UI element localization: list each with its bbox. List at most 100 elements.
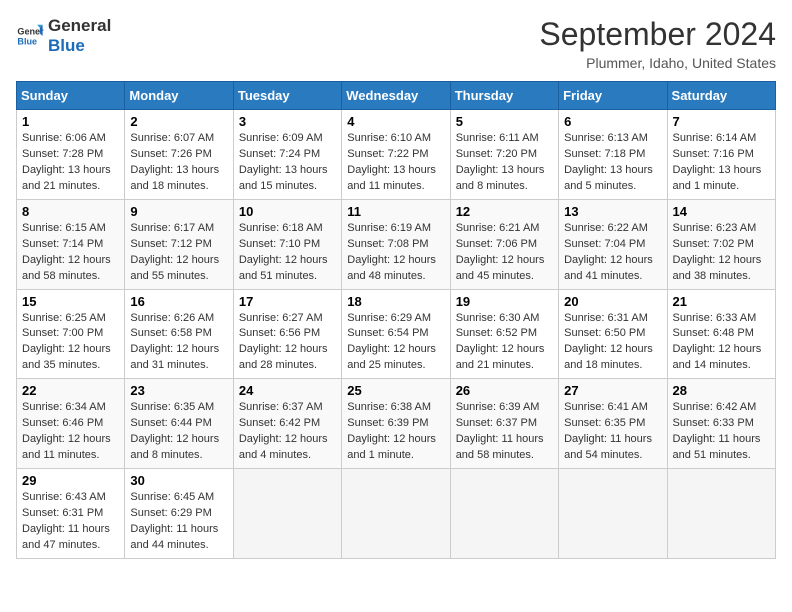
daylight: Daylight: 12 hours and 21 minutes. xyxy=(456,343,545,371)
daylight: Daylight: 13 hours and 21 minutes. xyxy=(22,164,111,192)
calendar-cell xyxy=(667,469,775,559)
title-area: September 2024 Plummer, Idaho, United St… xyxy=(539,16,776,71)
day-number: 2 xyxy=(130,114,227,129)
calendar-cell: 28Sunrise: 6:42 AMSunset: 6:33 PMDayligh… xyxy=(667,379,775,469)
daylight: Daylight: 13 hours and 5 minutes. xyxy=(564,164,653,192)
calendar-cell: 21 Sunrise: 6:33 AMSunset: 6:48 PMDayligh… xyxy=(667,289,775,379)
day-detail: Sunrise: 6:34 AMSunset: 6:46 PMDaylight:… xyxy=(22,400,119,464)
daylight: Daylight: 13 hours and 8 minutes. xyxy=(456,164,545,192)
day-detail: Sunrise: 6:29 AMSunset: 6:54 PMDaylight:… xyxy=(347,311,444,375)
daylight: Daylight: 12 hours and 35 minutes. xyxy=(22,343,111,371)
day-number: 21 xyxy=(673,294,770,309)
sunset: Sunset: 7:28 PM xyxy=(22,148,103,160)
calendar-cell: 22Sunrise: 6:34 AMSunset: 6:46 PMDayligh… xyxy=(17,379,125,469)
week-row-4: 22Sunrise: 6:34 AMSunset: 6:46 PMDayligh… xyxy=(17,379,776,469)
day-detail: Sunrise: 6:42 AMSunset: 6:33 PMDaylight:… xyxy=(673,400,770,464)
day-number: 8 xyxy=(22,204,119,219)
sunset: Sunset: 6:52 PM xyxy=(456,327,537,339)
daylight: Daylight: 12 hours and 8 minutes. xyxy=(130,433,219,461)
dow-header-monday: Monday xyxy=(125,82,233,110)
daylight: Daylight: 12 hours and 55 minutes. xyxy=(130,254,219,282)
day-number: 1 xyxy=(22,114,119,129)
day-detail: Sunrise: 6:37 AMSunset: 6:42 PMDaylight:… xyxy=(239,400,336,464)
daylight: Daylight: 11 hours and 51 minutes. xyxy=(673,433,761,461)
calendar-cell: 9Sunrise: 6:17 AMSunset: 7:12 PMDaylight… xyxy=(125,199,233,289)
calendar-cell: 19Sunrise: 6:30 AMSunset: 6:52 PMDayligh… xyxy=(450,289,558,379)
calendar-cell: 7Sunrise: 6:14 AMSunset: 7:16 PMDaylight… xyxy=(667,110,775,200)
sunrise: Sunrise: 6:30 AM xyxy=(456,312,540,324)
sunset: Sunset: 6:44 PM xyxy=(130,417,211,429)
sunset: Sunset: 6:48 PM xyxy=(673,327,754,339)
sunset: Sunset: 7:00 PM xyxy=(22,327,103,339)
daylight: Daylight: 12 hours and 1 minute. xyxy=(347,433,436,461)
day-number: 12 xyxy=(456,204,553,219)
day-number: 29 xyxy=(22,473,119,488)
calendar-cell: 30Sunrise: 6:45 AMSunset: 6:29 PMDayligh… xyxy=(125,469,233,559)
day-number: 25 xyxy=(347,383,444,398)
dow-header-friday: Friday xyxy=(559,82,667,110)
daylight: Daylight: 13 hours and 15 minutes. xyxy=(239,164,328,192)
day-number: 18 xyxy=(347,294,444,309)
calendar-cell: 15Sunrise: 6:25 AMSunset: 7:00 PMDayligh… xyxy=(17,289,125,379)
daylight: Daylight: 12 hours and 28 minutes. xyxy=(239,343,328,371)
daylight: Daylight: 13 hours and 18 minutes. xyxy=(130,164,219,192)
daylight: Daylight: 11 hours and 54 minutes. xyxy=(564,433,652,461)
sunrise: Sunrise: 6:34 AM xyxy=(22,401,106,413)
day-detail: Sunrise: 6:31 AMSunset: 6:50 PMDaylight:… xyxy=(564,311,661,375)
calendar-cell: 11Sunrise: 6:19 AMSunset: 7:08 PMDayligh… xyxy=(342,199,450,289)
day-detail: Sunrise: 6:19 AMSunset: 7:08 PMDaylight:… xyxy=(347,221,444,285)
daylight: Daylight: 12 hours and 25 minutes. xyxy=(347,343,436,371)
sunset: Sunset: 7:08 PM xyxy=(347,238,428,250)
day-detail: Sunrise: 6:39 AM Sunset: 6:37 PM Daylight:… xyxy=(456,400,553,464)
dow-header-sunday: Sunday xyxy=(17,82,125,110)
day-detail: Sunrise: 6:33 AMSunset: 6:48 PMDaylight:… xyxy=(673,311,770,375)
daylight: Daylight: 12 hours and 4 minutes. xyxy=(239,433,328,461)
sunset: Sunset: 7:12 PM xyxy=(130,238,211,250)
day-detail: Sunrise: 6:26 AMSunset: 6:58 PMDaylight:… xyxy=(130,311,227,375)
sunset: Sunset: 6:37 PM xyxy=(456,417,537,429)
sunrise: Sunrise: 6:37 AM xyxy=(239,401,323,413)
day-number: 20 xyxy=(564,294,661,309)
day-of-week-header: SundayMondayTuesdayWednesdayThursdayFrid… xyxy=(17,82,776,110)
sunrise: Sunrise: 6:27 AM xyxy=(239,312,323,324)
daylight: Daylight: 12 hours and 58 minutes. xyxy=(22,254,111,282)
day-number: 4 xyxy=(347,114,444,129)
week-row-2: 8Sunrise: 6:15 AMSunset: 7:14 PMDaylight… xyxy=(17,199,776,289)
sunrise: Sunrise: 6:11 AM xyxy=(456,132,539,144)
calendar-cell: 13Sunrise: 6:22 AMSunset: 7:04 PMDayligh… xyxy=(559,199,667,289)
calendar-cell: 18 Sunrise: 6:29 AMSunset: 6:54 PMDayligh… xyxy=(342,289,450,379)
sunset: Sunset: 7:02 PM xyxy=(673,238,754,250)
logo-blue: Blue xyxy=(48,36,111,56)
sunrise: Sunrise: 6:43 AM xyxy=(22,491,106,503)
sunrise: Sunrise: 6:21 AM xyxy=(456,222,540,234)
daylight: Daylight: 11 hours and 58 minutes. xyxy=(456,433,544,461)
week-row-3: 15Sunrise: 6:25 AMSunset: 7:00 PMDayligh… xyxy=(17,289,776,379)
month-title: September 2024 xyxy=(539,16,776,53)
calendar-cell: 6Sunrise: 6:13 AMSunset: 7:18 PMDaylight… xyxy=(559,110,667,200)
sunrise: Sunrise: 6:15 AM xyxy=(22,222,106,234)
sunrise: Sunrise: 6:39 AM xyxy=(456,401,540,413)
daylight: Daylight: 12 hours and 45 minutes. xyxy=(456,254,545,282)
day-number: 13 xyxy=(564,204,661,219)
day-detail: Sunrise: 6:18 AMSunset: 7:10 PMDaylight:… xyxy=(239,221,336,285)
sunrise: Sunrise: 6:22 AM xyxy=(564,222,648,234)
day-detail: Sunrise: 6:21 AMSunset: 7:06 PMDaylight:… xyxy=(456,221,553,285)
day-detail: Sunrise: 6:11 AM Sunset: 7:20 PM Daylight:… xyxy=(456,131,553,195)
calendar-cell: 10 Sunrise: 6:18 AMSunset: 7:10 PMDayligh… xyxy=(233,199,341,289)
sunset: Sunset: 6:56 PM xyxy=(239,327,320,339)
day-number: 10 xyxy=(239,204,336,219)
sunset: Sunset: 6:58 PM xyxy=(130,327,211,339)
sunrise: Sunrise: 6:45 AM xyxy=(130,491,214,503)
sunset: Sunset: 7:20 PM xyxy=(456,148,537,160)
calendar-cell: 23Sunrise: 6:35 AMSunset: 6:44 PMDayligh… xyxy=(125,379,233,469)
location: Plummer, Idaho, United States xyxy=(539,55,776,71)
logo-icon: General Blue xyxy=(16,22,44,50)
day-detail: Sunrise: 6:14 AMSunset: 7:16 PMDaylight:… xyxy=(673,131,770,195)
day-number: 6 xyxy=(564,114,661,129)
day-detail: Sunrise: 6:41 AMSunset: 6:35 PMDaylight:… xyxy=(564,400,661,464)
sunset: Sunset: 7:18 PM xyxy=(564,148,645,160)
sunset: Sunset: 6:50 PM xyxy=(564,327,645,339)
sunrise: Sunrise: 6:18 AM xyxy=(239,222,323,234)
daylight: Daylight: 12 hours and 48 minutes. xyxy=(347,254,436,282)
sunrise: Sunrise: 6:23 AM xyxy=(673,222,757,234)
